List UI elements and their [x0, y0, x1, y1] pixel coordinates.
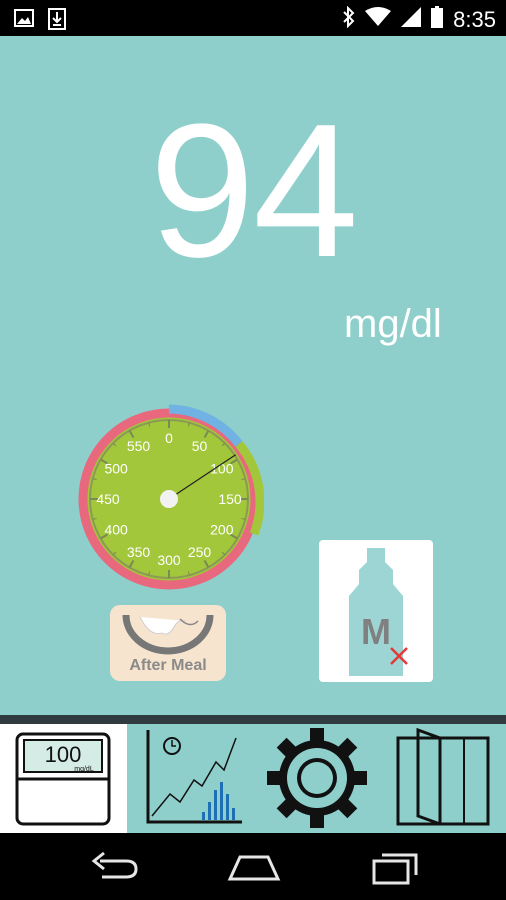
image-icon: [14, 8, 34, 35]
strip-letter: M: [361, 611, 391, 652]
gauge-tick-label: 400: [104, 522, 128, 538]
gauge-tick-label: 350: [127, 544, 151, 560]
gauge-tick-label: 500: [104, 461, 128, 477]
gauge-tick-label: 50: [192, 438, 208, 454]
battery-icon: [431, 6, 444, 33]
test-strip-icon: M: [349, 548, 408, 676]
gear-icon: [267, 728, 367, 828]
meter-reading: 100: [45, 742, 82, 767]
glucose-gauge: 0 50100 150 200 250 300 350 400 450 500 550: [78, 404, 264, 590]
gauge-tick-label: 550: [127, 438, 151, 454]
bluetooth-icon: [343, 5, 355, 33]
gauge-tick-label: 100: [210, 461, 234, 477]
meter-unit: mg/dL: [74, 766, 94, 773]
status-clock: 8:35: [453, 6, 496, 32]
chart-icon: [146, 730, 242, 824]
back-icon[interactable]: [88, 847, 140, 892]
status-bar: 8:35: [0, 0, 506, 36]
glucose-unit: mg/dl: [344, 302, 442, 346]
meal-context-button[interactable]: After Meal: [110, 605, 226, 681]
nav-divider: [0, 715, 506, 724]
tab-meter[interactable]: 100 mg/dL: [0, 724, 127, 833]
home-icon[interactable]: [226, 847, 282, 892]
gauge-hub: [160, 490, 178, 508]
meter-icon: 100 mg/dL: [15, 732, 111, 826]
book-icon: [396, 727, 490, 826]
gauge-tick-label: 200: [210, 522, 234, 538]
test-strip-button[interactable]: M: [319, 540, 433, 682]
tab-logbook[interactable]: [384, 724, 494, 833]
tab-settings[interactable]: [262, 724, 372, 833]
signal-icon: [401, 7, 422, 32]
glucose-reading: 94: [149, 85, 358, 297]
wifi-icon: [365, 7, 392, 32]
system-nav-bar: [0, 833, 506, 900]
gauge-tick-label: 250: [188, 544, 212, 560]
gauge-tick-label: 450: [96, 491, 120, 507]
download-icon: [48, 8, 66, 35]
gauge-tick-label: 0: [165, 430, 173, 446]
tab-history[interactable]: [140, 724, 250, 833]
recent-apps-icon[interactable]: [370, 847, 422, 892]
bottom-nav: 100 mg/dL: [0, 724, 506, 833]
gauge-tick-label: 300: [157, 552, 181, 568]
meal-context-label: After Meal: [129, 657, 207, 674]
gauge-tick-label: 150: [218, 491, 242, 507]
